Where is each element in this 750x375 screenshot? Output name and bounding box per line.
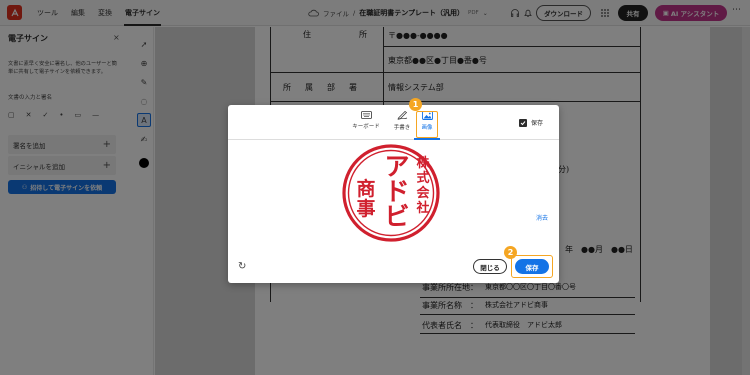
step2-highlight	[511, 255, 553, 278]
svg-text:会: 会	[416, 185, 430, 201]
svg-text:商: 商	[356, 177, 375, 200]
checkbox-checked-icon	[519, 118, 527, 127]
svg-text:式: 式	[416, 170, 429, 186]
svg-text:株: 株	[416, 155, 430, 171]
pen-icon	[396, 111, 407, 120]
keyboard-icon	[360, 111, 372, 119]
step1-highlight	[416, 111, 438, 138]
tab-draw-label: 手書き	[393, 125, 411, 131]
tab-keyboard-label: キーボード	[352, 124, 380, 130]
signature-method-tabs: キーボード 手書き 画像	[228, 105, 559, 140]
svg-text:ビ: ビ	[384, 202, 409, 231]
step1-badge: 1	[409, 98, 422, 111]
rotate-icon[interactable]: ↻	[238, 261, 246, 272]
erase-link[interactable]: 消去	[536, 213, 548, 222]
save-checkbox[interactable]: 保存	[519, 118, 543, 127]
company-seal-image: 株 式 会 社 ア ド ビ 商 事	[342, 144, 440, 242]
signature-dialog: キーボード 手書き 画像 1 保存 株 式 会 社 ア ド ビ 商 事 消去 ↻…	[228, 98, 559, 283]
close-button[interactable]: 閉じる	[473, 259, 507, 274]
save-checkbox-label: 保存	[531, 120, 544, 127]
step2-badge: 2	[504, 246, 517, 259]
svg-text:社: 社	[415, 200, 429, 216]
tab-keyboard[interactable]: キーボード	[348, 111, 384, 137]
svg-text:事: 事	[356, 197, 375, 220]
